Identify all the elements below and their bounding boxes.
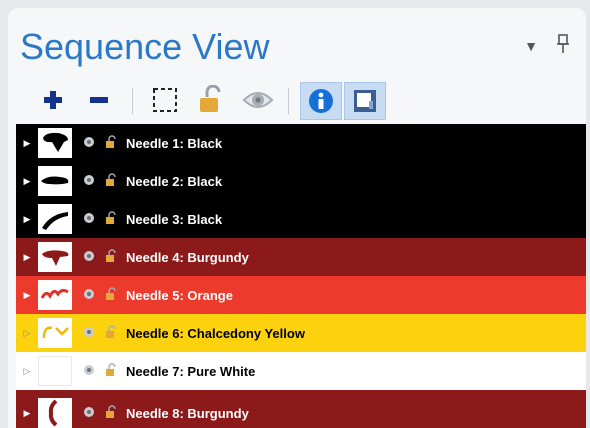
lock-icon[interactable]	[104, 248, 118, 266]
lock-icon[interactable]	[104, 362, 118, 380]
visibility-dot-icon[interactable]	[82, 136, 96, 151]
lock-icon[interactable]	[104, 210, 118, 228]
info-icon[interactable]	[300, 82, 342, 120]
lock-icon[interactable]	[104, 286, 118, 304]
expand-arrow-icon[interactable]: ▶	[16, 290, 38, 301]
dropdown-arrow-icon[interactable]: ▼	[524, 38, 538, 54]
toolbar	[16, 82, 436, 120]
panel-title: Sequence View	[20, 26, 270, 67]
expand-arrow-icon[interactable]: ▶	[16, 252, 38, 263]
expand-arrow-icon[interactable]: ▷	[16, 366, 38, 377]
list-item-needle-1[interactable]: ▶ Needle 1: Black	[16, 124, 586, 163]
needle-label: Needle 7: Pure White	[126, 363, 256, 379]
visibility-dot-icon[interactable]	[82, 174, 96, 189]
list-item-needle-3[interactable]: ▶ Needle 3: Black	[16, 200, 586, 239]
stitch-thumbnail	[38, 318, 72, 348]
selection-marquee-icon[interactable]	[148, 82, 182, 118]
needle-label: Needle 2: Black	[126, 173, 223, 189]
lock-icon[interactable]	[104, 324, 118, 342]
list-item-needle-8[interactable]: ▶ Needle 8: Burgundy	[16, 390, 586, 428]
visibility-dot-icon[interactable]	[82, 364, 96, 379]
list-item-needle-2[interactable]: ▶ Needle 2: Black	[16, 162, 586, 201]
needle-label: Needle 6: Chalcedony Yellow	[126, 325, 305, 341]
needle-label: Needle 8: Burgundy	[126, 405, 249, 421]
needle-label: Needle 3: Black	[126, 211, 223, 227]
stitch-thumbnail	[38, 204, 72, 234]
expand-arrow-icon[interactable]: ▷	[16, 328, 38, 339]
stitch-thumbnail	[38, 356, 72, 386]
panel-header: Sequence View ▼	[20, 18, 576, 76]
stitch-thumbnail	[38, 280, 72, 310]
visibility-dot-icon[interactable]	[82, 326, 96, 341]
stitch-thumbnail	[38, 398, 72, 428]
stitch-thumbnail	[38, 242, 72, 272]
needle-sequence-list: ▶ Needle 1: Black ▶ Needle 2: Black ▶ Ne…	[16, 124, 586, 428]
stitch-thumbnail	[38, 166, 72, 196]
eye-icon[interactable]	[240, 82, 276, 118]
list-item-needle-5[interactable]: ▶ Needle 5: Orange	[16, 276, 586, 315]
stitch-thumbnail	[38, 128, 72, 158]
lock-icon[interactable]	[104, 172, 118, 190]
expand-arrow-icon[interactable]: ▶	[16, 176, 38, 187]
sequence-view-panel: Sequence View ▼ ▶ Needle 1: Black ▶ Need…	[8, 8, 586, 428]
plus-icon[interactable]	[36, 82, 70, 118]
toolbar-separator	[288, 88, 289, 114]
needle-label: Needle 5: Orange	[126, 287, 233, 303]
pin-icon[interactable]	[556, 34, 570, 59]
expand-arrow-icon[interactable]: ▶	[16, 138, 38, 149]
expand-arrow-icon[interactable]: ▶	[16, 214, 38, 225]
lock-icon[interactable]	[104, 404, 118, 422]
list-item-needle-4[interactable]: ▶ Needle 4: Burgundy	[16, 238, 586, 277]
needle-label: Needle 1: Black	[126, 135, 223, 151]
list-item-needle-6[interactable]: ▷ Needle 6: Chalcedony Yellow	[16, 314, 586, 353]
needle-label: Needle 4: Burgundy	[126, 249, 249, 265]
toolbar-separator	[132, 88, 133, 114]
lock-icon[interactable]	[104, 134, 118, 152]
minus-icon[interactable]	[82, 82, 116, 118]
visibility-dot-icon[interactable]	[82, 288, 96, 303]
lock-open-icon[interactable]	[194, 82, 228, 118]
visibility-dot-icon[interactable]	[82, 406, 96, 421]
visibility-dot-icon[interactable]	[82, 212, 96, 227]
visibility-dot-icon[interactable]	[82, 250, 96, 265]
list-item-needle-7[interactable]: ▷ Needle 7: Pure White	[16, 352, 586, 391]
expand-arrow-icon[interactable]: ▶	[16, 408, 38, 419]
image-preview-icon[interactable]	[344, 82, 386, 120]
